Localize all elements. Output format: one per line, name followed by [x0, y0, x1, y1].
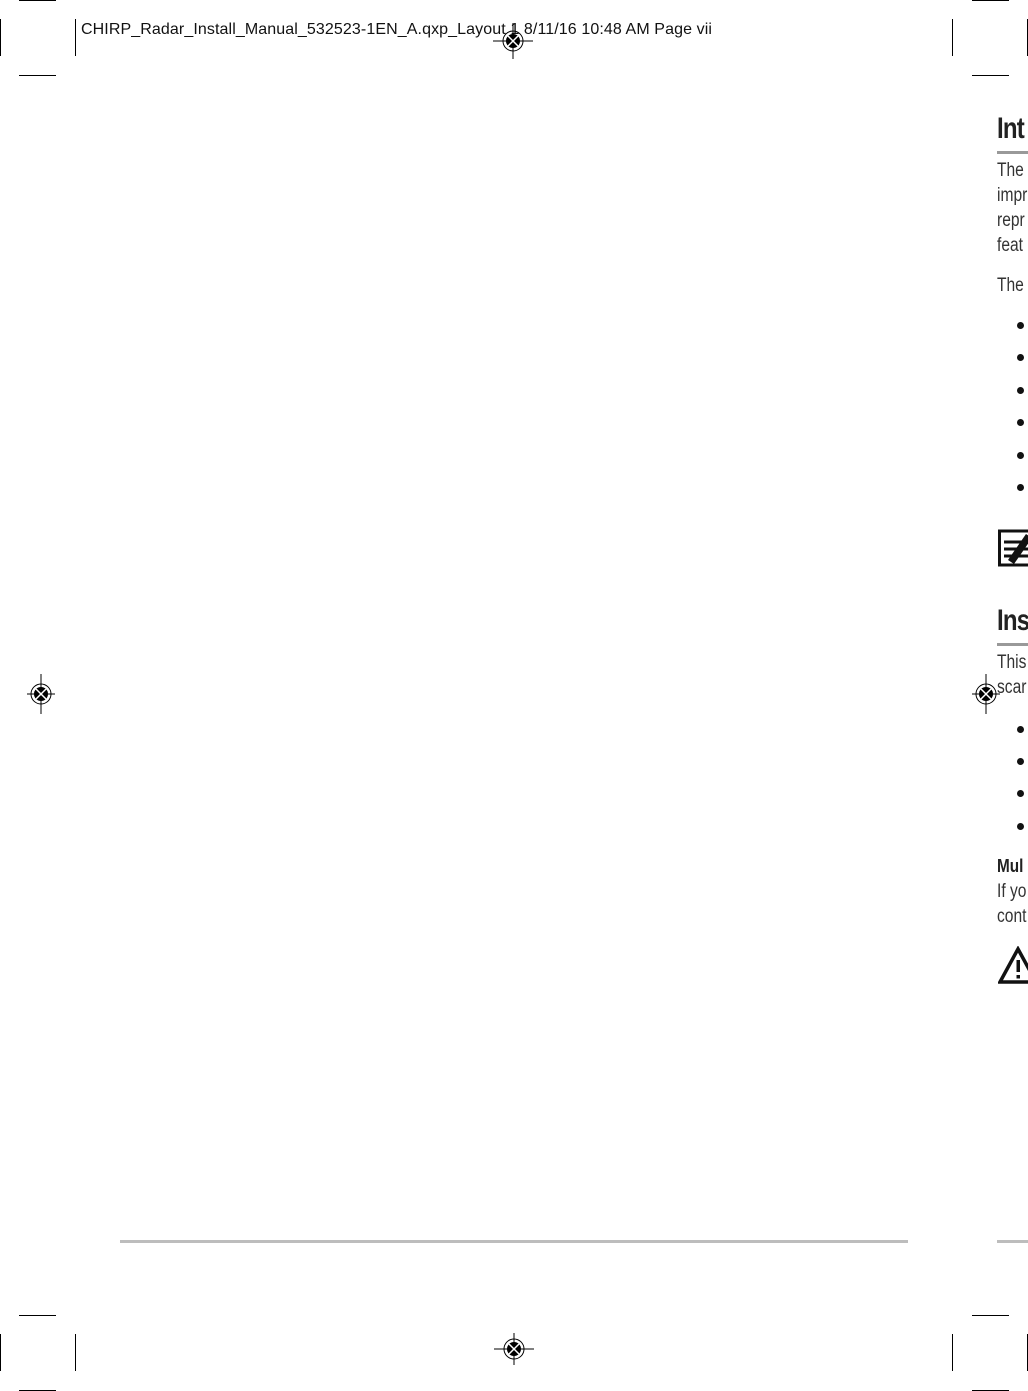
bullet-point — [1017, 419, 1024, 426]
heading-rule — [997, 643, 1028, 646]
registration-mark-icon — [493, 23, 533, 59]
body-text-line: This — [997, 652, 1027, 673]
bullet-point — [1017, 726, 1024, 733]
bullet-point — [1017, 322, 1024, 329]
crop-mark — [972, 1315, 1009, 1316]
crop-mark — [952, 1334, 953, 1371]
registration-mark-icon — [27, 674, 55, 714]
bullet-point — [1017, 823, 1024, 830]
crop-mark — [952, 19, 953, 56]
crop-mark — [75, 1334, 76, 1371]
crop-mark — [0, 1334, 1, 1371]
bullet-point — [1017, 484, 1024, 491]
body-text-line: scar — [997, 677, 1027, 698]
body-text-line: repr — [997, 210, 1025, 231]
body-text-line: The — [997, 160, 1024, 181]
crop-mark — [19, 75, 56, 76]
crop-mark — [19, 0, 56, 1]
crop-mark — [972, 75, 1009, 76]
body-text-line: cont — [997, 906, 1027, 927]
section-heading-intro: Int — [997, 112, 1025, 145]
crop-mark — [75, 19, 76, 56]
note-pencil-icon — [998, 529, 1028, 567]
crop-mark — [0, 19, 1, 56]
body-text-line: The — [997, 275, 1024, 296]
footer-rule — [120, 1240, 908, 1243]
slug-line: CHIRP_Radar_Install_Manual_532523-1EN_A.… — [81, 21, 713, 38]
crop-mark — [19, 1315, 56, 1316]
bullet-point — [1017, 387, 1024, 394]
bullet-point — [1017, 790, 1024, 797]
footer-rule-right — [997, 1240, 1028, 1243]
bullet-point — [1017, 354, 1024, 361]
body-text-line: impr — [997, 185, 1028, 206]
crop-mark — [972, 0, 1009, 1]
registration-mark-icon — [494, 1333, 534, 1365]
heading-rule — [997, 151, 1028, 154]
body-text-line: If yo — [997, 881, 1027, 902]
section-heading-install: Ins — [997, 604, 1028, 637]
subheading: Mul — [997, 856, 1024, 876]
body-text-line: feat — [997, 235, 1023, 256]
warning-triangle-icon — [998, 946, 1028, 984]
bullet-point — [1017, 452, 1024, 459]
bullet-point — [1017, 758, 1024, 765]
